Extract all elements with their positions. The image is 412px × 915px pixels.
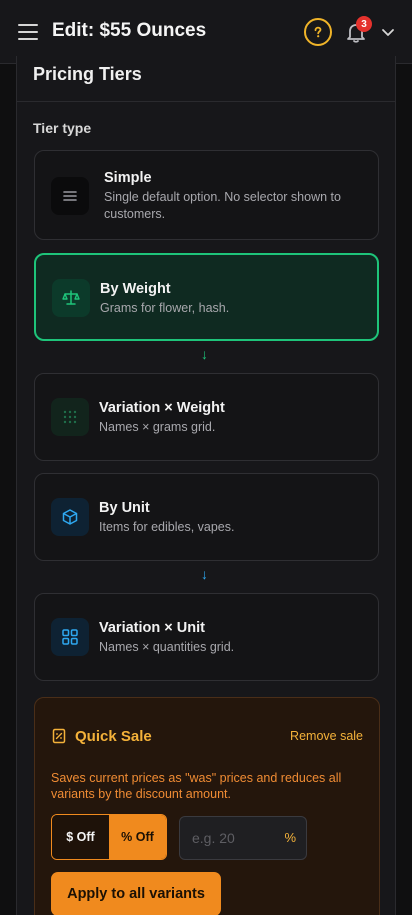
tier-description: Items for edibles, vapes.	[99, 520, 235, 534]
box-icon	[51, 498, 89, 536]
tier-option-by-unit[interactable]: By Unit Items for edibles, vapes.	[34, 473, 379, 561]
percent-unit: %	[284, 830, 296, 845]
top-bar: Edit: $55 Ounces 3	[0, 0, 412, 64]
grid-squares-icon	[51, 618, 89, 656]
tier-description: Grams for flower, hash.	[100, 301, 230, 315]
tier-title: By Weight	[100, 281, 171, 297]
pricing-panel: Pricing Tiers Tier type Simple Single de…	[16, 56, 396, 915]
tier-option-variation-unit[interactable]: Variation × Unit Names × quantities grid…	[34, 593, 379, 681]
tier-option-simple[interactable]: Simple Single default option. No selecto…	[34, 150, 379, 240]
quick-sale-description: Saves current prices as "was" prices and…	[51, 771, 342, 801]
tier-description: Names × grams grid.	[99, 420, 216, 434]
apply-to-all-button[interactable]: Apply to all variants	[51, 872, 221, 915]
tier-type-label: Tier type	[33, 120, 92, 136]
page-title: Edit: $55 Ounces	[52, 20, 207, 41]
scale-icon	[52, 279, 90, 317]
help-icon[interactable]	[304, 18, 332, 46]
list-icon	[51, 177, 89, 215]
hamburger-icon[interactable]	[18, 24, 38, 40]
discount-input[interactable]	[180, 817, 280, 859]
tier-description: Single default option. No selector shown…	[104, 190, 341, 221]
discount-type-toggle: $ Off % Off	[51, 814, 167, 860]
chevron-down-icon[interactable]	[380, 24, 396, 40]
section-title: Pricing Tiers	[33, 64, 142, 84]
tier-title: By Unit	[99, 500, 150, 516]
tier-title: Variation × Unit	[99, 620, 205, 636]
dollar-off-option[interactable]: $ Off	[52, 815, 109, 859]
tag-icon	[52, 728, 66, 744]
flow-arrow: ↓	[201, 346, 208, 362]
grid-dots-icon	[51, 398, 89, 436]
flow-arrow: ↓	[201, 566, 208, 582]
notification-badge: 3	[356, 16, 372, 32]
tier-option-by-weight[interactable]: By Weight Grams for flower, hash.	[34, 253, 379, 341]
remove-sale-link[interactable]: Remove sale	[290, 729, 363, 743]
tier-description: Names × quantities grid.	[99, 640, 235, 654]
tier-option-variation-weight[interactable]: Variation × Weight Names × grams grid.	[34, 373, 379, 461]
divider	[17, 101, 395, 102]
tier-title: Simple	[104, 170, 152, 186]
quick-sale-title: Quick Sale	[75, 728, 152, 745]
tier-title: Variation × Weight	[99, 400, 225, 416]
quick-sale-card: Quick Sale Remove sale Saves current pri…	[34, 697, 380, 915]
percent-off-option[interactable]: % Off	[109, 815, 166, 859]
discount-field: %	[179, 816, 307, 860]
